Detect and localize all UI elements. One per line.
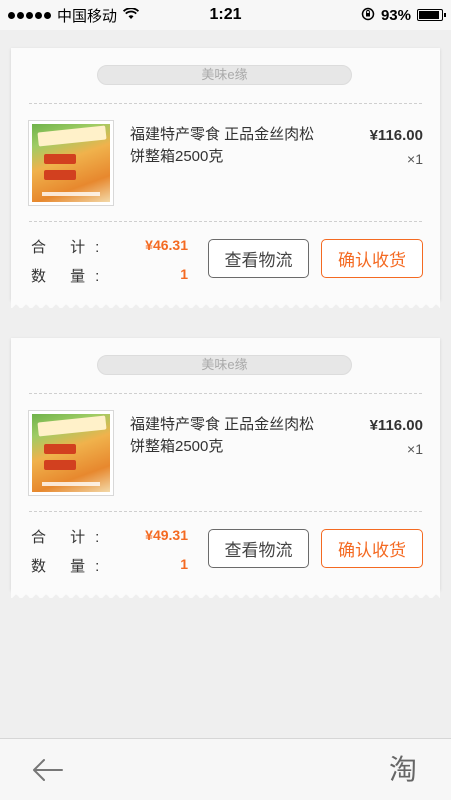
status-time: 1:21 <box>209 6 242 23</box>
taobao-icon[interactable]: 淘 <box>383 751 423 789</box>
product-price: ¥116.00 <box>369 417 423 434</box>
carrier-label: 中国移动 <box>57 7 118 25</box>
product-quantity: ×1 <box>407 151 423 167</box>
confirm-receipt-button[interactable]: 确认收货 <box>321 529 423 568</box>
rotation-lock-icon <box>361 7 375 24</box>
view-logistics-button[interactable]: 查看物流 <box>208 239 309 278</box>
signal-icon <box>8 11 51 19</box>
product-image[interactable] <box>28 410 114 496</box>
product-quantity: ×1 <box>407 441 423 457</box>
total-value: ¥46.31 <box>145 237 188 253</box>
product-image[interactable] <box>28 120 114 206</box>
status-right: 93% <box>361 6 446 24</box>
battery-percent: 93% <box>380 6 411 24</box>
product-price: ¥116.00 <box>369 127 423 144</box>
order-card: 美味e缘 福建特产零食 正品金丝肉松饼整箱2500克 ¥116.00 ×1 合 … <box>11 48 440 308</box>
back-arrow-icon[interactable] <box>28 753 68 787</box>
total-label: 合 计: <box>31 529 110 546</box>
product-title[interactable]: 福建特产零食 正品金丝肉松饼整箱2500克 <box>130 124 320 168</box>
total-label: 合 计: <box>31 239 110 256</box>
divider <box>29 103 422 104</box>
view-logistics-button[interactable]: 查看物流 <box>208 529 309 568</box>
wifi-icon <box>122 6 140 23</box>
status-left: 中国移动 <box>8 5 140 26</box>
product-title[interactable]: 福建特产零食 正品金丝肉松饼整箱2500克 <box>130 414 320 458</box>
shop-name[interactable]: 美味e缘 <box>97 355 352 375</box>
receipt-edge <box>11 300 440 308</box>
divider <box>29 393 422 394</box>
count-label: 数 量: <box>31 558 110 575</box>
divider <box>29 221 422 222</box>
receipt-edge <box>11 590 440 598</box>
status-bar: 中国移动 1:21 93% <box>0 0 451 30</box>
total-value: ¥49.31 <box>145 527 188 543</box>
count-label: 数 量: <box>31 268 110 285</box>
battery-icon <box>417 9 446 21</box>
confirm-receipt-button[interactable]: 确认收货 <box>321 239 423 278</box>
divider <box>29 511 422 512</box>
bottom-toolbar: 淘 <box>0 738 451 800</box>
battery-fill <box>419 11 440 19</box>
order-card: 美味e缘 福建特产零食 正品金丝肉松饼整箱2500克 ¥116.00 ×1 合 … <box>11 338 440 598</box>
shop-name[interactable]: 美味e缘 <box>97 65 352 85</box>
count-value: 1 <box>180 556 188 572</box>
count-value: 1 <box>180 266 188 282</box>
